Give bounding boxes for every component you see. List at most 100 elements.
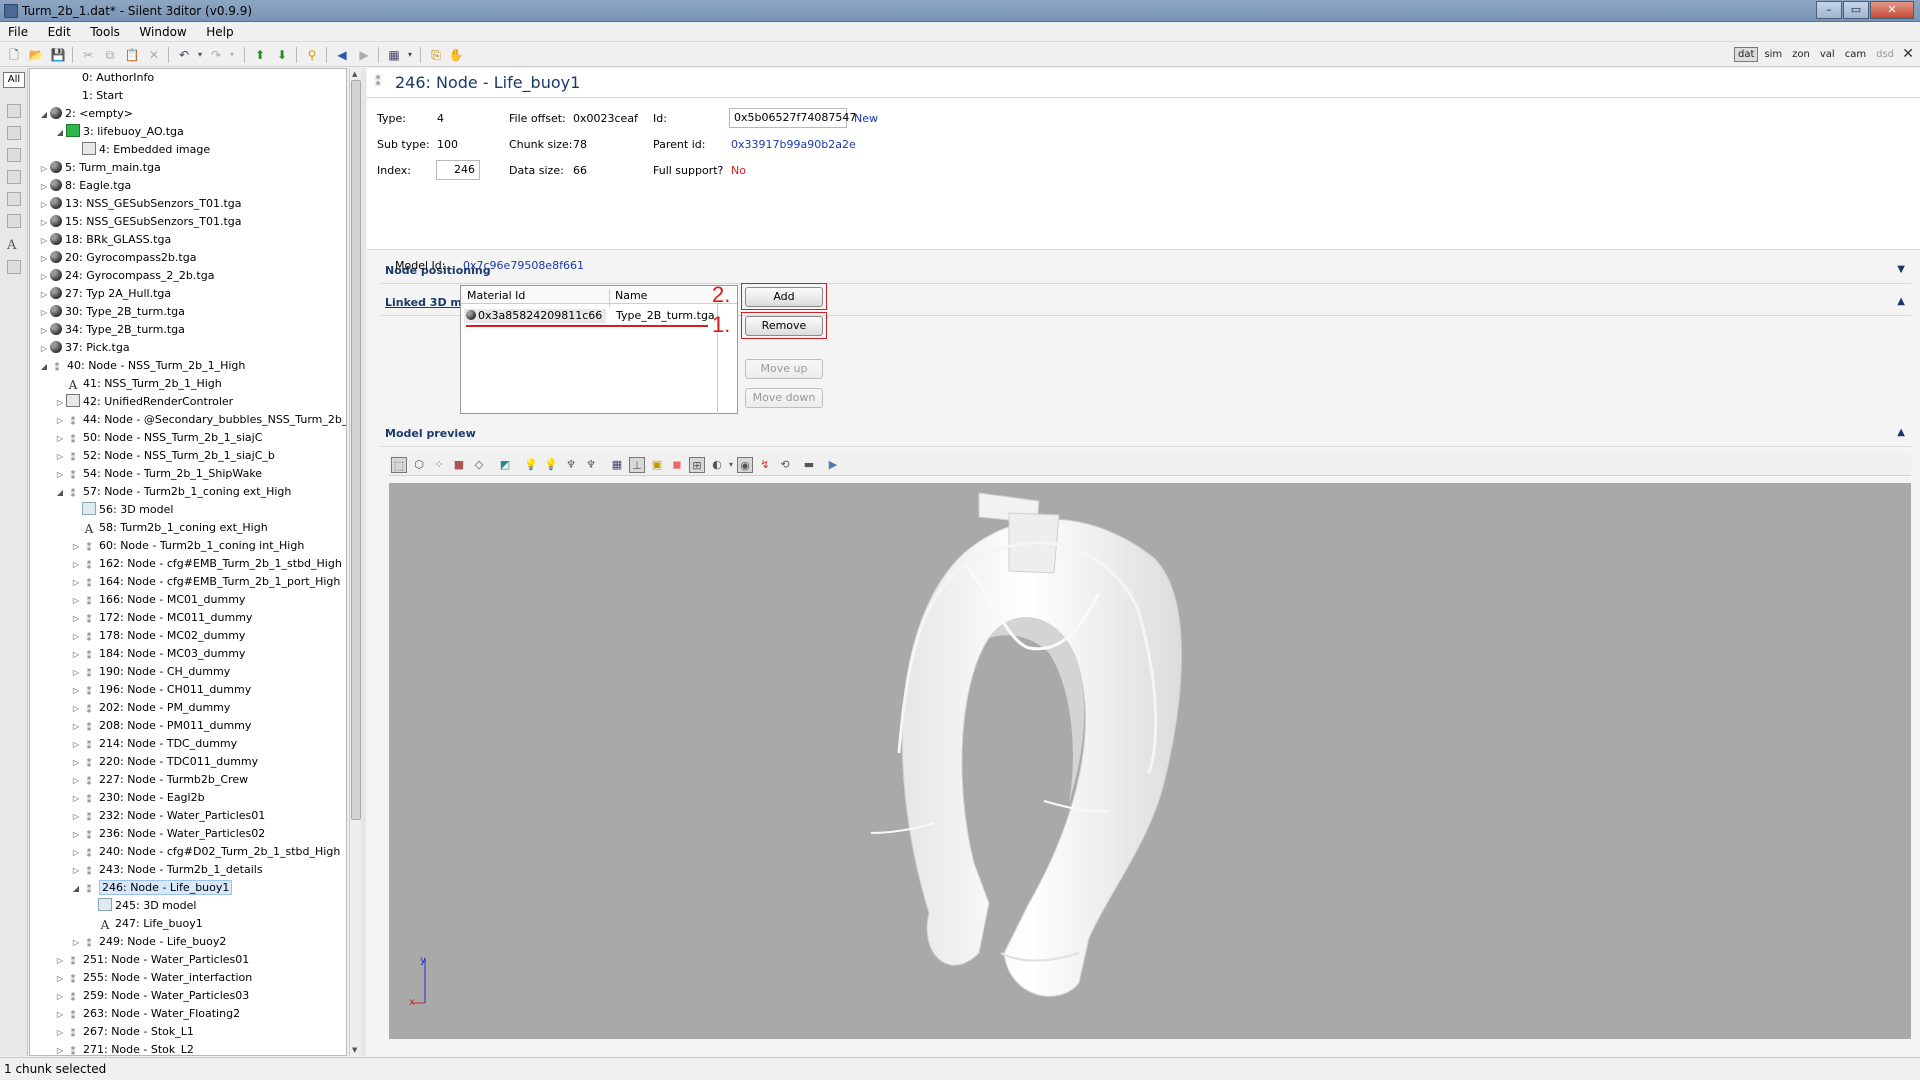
- undo-dropdown-icon[interactable]: ▾: [192, 47, 208, 63]
- tree-item[interactable]: ◢ 2: <empty>: [38, 105, 133, 123]
- tree-item[interactable]: ▷ ⁑ 184: Node - MC03_dummy: [70, 645, 246, 664]
- tree-item[interactable]: ▷ ⁑ 196: Node - CH011_dummy: [70, 681, 251, 699]
- expand-arrow-icon[interactable]: ▷: [70, 682, 82, 700]
- tree-item[interactable]: 245: 3D model: [86, 897, 196, 915]
- expand-arrow-icon[interactable]: ▷: [54, 970, 66, 988]
- tree-item[interactable]: ▷ ⁑ 162: Node - cfg#EMB_Turm_2b_1_stbd_Hig…: [70, 555, 342, 573]
- move-down-icon[interactable]: ⬇: [274, 47, 290, 63]
- tree-scrollbar-thumb[interactable]: [351, 80, 361, 820]
- expand-arrow-icon[interactable]: ▷: [38, 286, 50, 304]
- grid-view-icon[interactable]: ▦: [386, 47, 402, 63]
- collapse-arrow-icon[interactable]: ◢: [38, 106, 50, 124]
- tree-item[interactable]: 1: Start: [70, 87, 123, 105]
- expand-arrow-icon[interactable]: ▷: [38, 250, 50, 268]
- tree-item[interactable]: ▷ ⁑ 214: Node - TDC_dummy: [70, 735, 237, 753]
- delete-icon[interactable]: ✕: [146, 47, 162, 63]
- tree-item[interactable]: ▷ ⁑ 164: Node - cfg#EMB_Turm_2b_1_port_Hig…: [70, 573, 340, 591]
- tree-item[interactable]: ◢ ⁑ 40: Node - NSS_Turm_2b_1_High: [38, 357, 245, 375]
- tree-item[interactable]: ▷ ⁑ 255: Node - Water_interfaction: [54, 969, 252, 987]
- menu-tools[interactable]: Tools: [82, 22, 128, 40]
- expand-arrow-icon[interactable]: ▷: [70, 646, 82, 664]
- index-field[interactable]: 246: [436, 160, 480, 180]
- expand-arrow-icon[interactable]: ▷: [54, 448, 66, 466]
- light-4-icon[interactable]: ♆: [583, 457, 599, 473]
- tree-item[interactable]: ▷ ⁑ 236: Node - Water_Particles02: [70, 825, 265, 843]
- move-up-icon[interactable]: ⬆: [252, 47, 268, 63]
- expand-arrow-icon[interactable]: ▷: [38, 178, 50, 196]
- model-preview-section[interactable]: Model preview ▲: [381, 421, 1911, 447]
- close-document-icon[interactable]: ✕: [1902, 46, 1914, 62]
- tree-item[interactable]: ▷ ⁑ 172: Node - MC011_dummy: [70, 609, 253, 627]
- tree-item[interactable]: ▷ 27: Typ 2A_Hull.tga: [38, 285, 171, 303]
- expand-arrow-icon[interactable]: ▷: [70, 772, 82, 790]
- play-icon[interactable]: ▶: [825, 457, 841, 473]
- expand-chevron-icon[interactable]: ▼: [1897, 264, 1905, 275]
- expand-arrow-icon[interactable]: ▷: [54, 952, 66, 970]
- expand-arrow-icon[interactable]: ▷: [70, 862, 82, 880]
- expand-arrow-icon[interactable]: ▷: [70, 790, 82, 808]
- tree-item[interactable]: ▷ 5: Turm_main.tga: [38, 159, 161, 177]
- tree-item[interactable]: ▷ ⁑ 220: Node - TDC011_dummy: [70, 753, 258, 771]
- expand-arrow-icon[interactable]: ▷: [70, 574, 82, 592]
- tree-item[interactable]: 4: Embedded image: [70, 141, 210, 159]
- solid-box-icon[interactable]: ⬡: [411, 457, 427, 473]
- expand-arrow-icon[interactable]: ▷: [70, 592, 82, 610]
- filter-node-icon[interactable]: [7, 104, 21, 118]
- paste-icon[interactable]: 📋: [124, 47, 140, 63]
- tree-item[interactable]: ▷ 30: Type_2B_turm.tga: [38, 303, 185, 321]
- points-icon[interactable]: ⁘: [431, 457, 447, 473]
- tree-item[interactable]: ▷ ⁑ 227: Node - Turmb2b_Crew: [70, 771, 248, 789]
- parent-id-link[interactable]: 0x33917b99a90b2a2e: [731, 138, 856, 152]
- new-file-icon[interactable]: 🗋: [6, 47, 22, 63]
- collapse-chevron-icon[interactable]: ▲: [1897, 296, 1905, 307]
- tree-item[interactable]: ▷ 42: UnifiedRenderControler: [54, 393, 233, 411]
- tree-item[interactable]: A 58: Turm2b_1_coning ext_High: [70, 519, 268, 537]
- mode-zon[interactable]: zon: [1788, 47, 1814, 62]
- light-2-icon[interactable]: 💡: [543, 457, 559, 473]
- tree-item[interactable]: ▷ 18: BRk_GLASS.tga: [38, 231, 171, 249]
- tree-item[interactable]: ▷ 20: Gyrocompass2b.tga: [38, 249, 196, 267]
- move-up-button[interactable]: Move up: [745, 359, 823, 379]
- forward-icon[interactable]: ▶: [356, 47, 372, 63]
- filter-texture-icon[interactable]: [7, 170, 21, 184]
- expand-arrow-icon[interactable]: ▷: [38, 340, 50, 358]
- collapse-arrow-icon[interactable]: ◢: [54, 124, 66, 142]
- tree-item[interactable]: ◢ ⁑ 246: Node - Life_buoy1: [70, 879, 233, 897]
- expand-arrow-icon[interactable]: ▷: [38, 322, 50, 340]
- save-icon[interactable]: 💾: [50, 47, 66, 63]
- tree-item[interactable]: ▷ ⁑ 243: Node - Turm2b_1_details: [70, 861, 263, 879]
- tree-item[interactable]: ▷ ⁑ 251: Node - Water_Particles01: [54, 951, 249, 969]
- filter-misc-icon[interactable]: [7, 260, 21, 274]
- normals-icon[interactable]: ◼: [669, 457, 685, 473]
- collapse-arrow-icon[interactable]: ◢: [54, 484, 66, 502]
- collapse-chevron-icon[interactable]: ▲: [1897, 427, 1905, 438]
- tree-item[interactable]: ▷ 37: Pick.tga: [38, 339, 130, 357]
- expand-arrow-icon[interactable]: ▷: [54, 466, 66, 484]
- expand-arrow-icon[interactable]: ▷: [54, 1006, 66, 1024]
- menu-window[interactable]: Window: [131, 22, 194, 40]
- expand-arrow-icon[interactable]: ▷: [70, 538, 82, 556]
- minimize-button[interactable]: –: [1816, 1, 1842, 19]
- light-3-icon[interactable]: ♆: [563, 457, 579, 473]
- expand-arrow-icon[interactable]: ▷: [70, 718, 82, 736]
- mode-val[interactable]: val: [1816, 47, 1839, 62]
- model-id-link[interactable]: 0x7c96e79508e8f661: [463, 259, 584, 273]
- textures-icon[interactable]: ◩: [497, 457, 513, 473]
- wireframe-box-icon[interactable]: ⬚: [391, 457, 407, 473]
- tree-item[interactable]: ▷ 8: Eagle.tga: [38, 177, 131, 195]
- tree-item[interactable]: ▷ ⁑ 240: Node - cfg#D02_Turm_2b_1_stbd_Hig…: [70, 843, 340, 861]
- expand-arrow-icon[interactable]: ▷: [70, 934, 82, 952]
- refresh-icon[interactable]: ⟲: [777, 457, 793, 473]
- column-name[interactable]: Name: [615, 289, 647, 302]
- move-down-button[interactable]: Move down: [745, 388, 823, 408]
- expand-arrow-icon[interactable]: ▷: [38, 196, 50, 214]
- tree-item[interactable]: ▷ ⁑ 267: Node - Stok_L1: [54, 1023, 194, 1041]
- id-field[interactable]: 0x5b06527f74087547: [729, 108, 856, 128]
- tree-item[interactable]: ▷ ⁑ 54: Node - Turm_2b_1_ShipWake: [54, 465, 262, 483]
- tree-item[interactable]: ▷ ⁑ 190: Node - CH_dummy: [70, 663, 230, 681]
- expand-arrow-icon[interactable]: ▷: [54, 412, 66, 430]
- menu-edit[interactable]: Edit: [40, 22, 79, 40]
- tree-item[interactable]: ▷ ⁑ 208: Node - PM011_dummy: [70, 717, 251, 735]
- filter-material-icon[interactable]: [7, 148, 21, 162]
- find-icon[interactable]: ⚲: [304, 47, 320, 63]
